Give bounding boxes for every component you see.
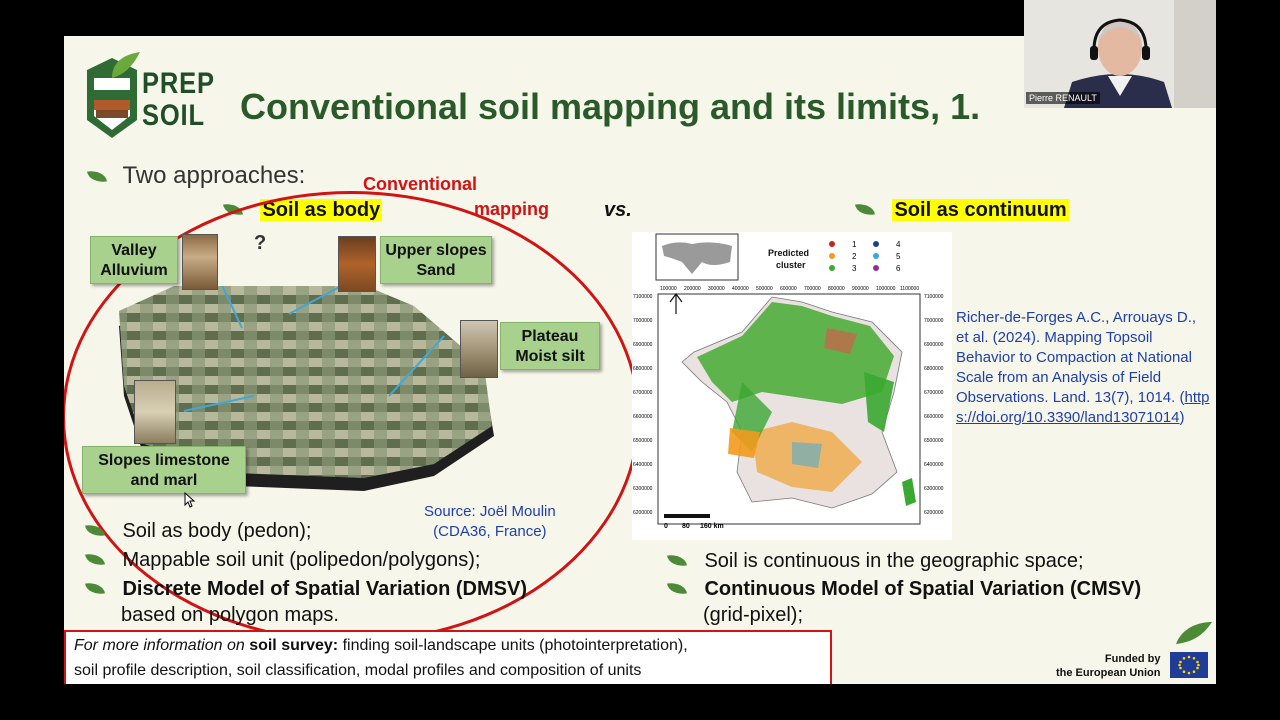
leaf-bullet-icon [855, 201, 875, 218]
logo-line-soil: SOIL [142, 99, 205, 132]
y-tick-label: 6600000 [633, 414, 653, 420]
intro-bullet: Two approaches: [87, 162, 306, 190]
y-tick-label: 7000000 [633, 318, 653, 324]
legend-label-2: 2 [852, 252, 857, 261]
x-tick-label: 600000 [780, 286, 797, 292]
x-tick-label: 700000 [804, 286, 821, 292]
y-tick-label-right: 6800000 [924, 366, 944, 372]
x-tick-label: 900000 [852, 286, 869, 292]
left-bullet-list: Soil as body (pedon); Mappable soil unit… [85, 520, 527, 627]
legend-swatch-6 [873, 265, 879, 271]
leaf-bullet-icon [85, 522, 105, 539]
y-tick-label: 6300000 [633, 486, 653, 492]
list-item: Discrete Model of Spatial Variation (DMS… [85, 578, 527, 604]
france-cluster-map: Predicted cluster 1 2 3 4 5 6 100000 200000 300… [632, 232, 952, 540]
y-tick-label-right: 6900000 [924, 342, 944, 348]
legend-title-2: cluster [776, 260, 806, 270]
x-tick-label: 1000000 [876, 286, 896, 292]
y-tick-label: 6500000 [633, 438, 653, 444]
slide-title: Conventional soil mapping and its limits… [240, 86, 981, 127]
legend-label-6: 6 [896, 264, 901, 273]
y-tick-label-right: 6200000 [924, 510, 944, 516]
scale-label: 80 [682, 523, 690, 530]
x-tick-label: 200000 [684, 286, 701, 292]
scale-label: 0 [664, 523, 668, 530]
list-item: Continuous Model of Spatial Variation (C… [667, 578, 1141, 604]
leaf-decoration-icon [1176, 622, 1212, 644]
soil-profile-photo-upper [338, 236, 376, 292]
x-tick-label: 800000 [828, 286, 845, 292]
logo-shield-icon [87, 52, 140, 138]
y-tick-label: 6400000 [633, 462, 653, 468]
y-tick-label-right: 6600000 [924, 414, 944, 420]
leaf-bullet-icon [667, 552, 687, 569]
y-tick-label-right: 6400000 [924, 462, 944, 468]
webcam-video-tile[interactable]: Pierre RENAULT [1024, 0, 1216, 108]
participant-name: Pierre RENAULT [1026, 92, 1100, 104]
soil-as-continuum-heading: Soil as continuum [892, 199, 1069, 221]
reference-citation: Richer-de-Forges A.C., Arrouays D., et a… [956, 309, 1210, 426]
y-tick-label-right: 7100000 [924, 294, 944, 300]
label-upper-slopes-sand: Upper slopes Sand [380, 236, 492, 284]
y-tick-label: 6700000 [633, 390, 653, 396]
slide: PREP SOIL Conventional soil mapping and … [64, 36, 1216, 684]
intro-text: Two approaches: [122, 162, 306, 189]
legend-label-4: 4 [896, 240, 901, 249]
y-tick-label: 6800000 [633, 366, 653, 372]
x-tick-label: 500000 [756, 286, 773, 292]
mouse-cursor-icon [184, 492, 196, 508]
y-tick-label: 7100000 [633, 294, 653, 300]
question-mark-icon: ? [254, 232, 267, 254]
list-item: Mappable soil unit (polipedon/polygons); [85, 549, 527, 578]
leaf-bullet-icon [87, 168, 107, 185]
soil-profile-photo-slopes [134, 380, 176, 444]
eu-flag-icon [1170, 652, 1208, 678]
legend-swatch-3 [829, 265, 835, 271]
scale-label: 160 km [700, 523, 724, 530]
info-line-2: soil profile description, soil classific… [74, 662, 642, 679]
source-line-1: Source: Joël Moulin [424, 503, 556, 520]
x-tick-label: 100000 [660, 286, 677, 292]
vs-label: vs. [604, 199, 632, 221]
reference-text: Richer-de-Forges A.C., Arrouays D., et a… [956, 309, 1197, 406]
legend-title-1: Predicted [768, 248, 809, 258]
list-item: Soil is continuous in the geographic spa… [667, 550, 1141, 578]
leaf-bullet-icon [85, 551, 105, 568]
right-bullet-list: Soil is continuous in the geographic spa… [667, 550, 1141, 627]
y-tick-label-right: 6500000 [924, 438, 944, 444]
label-plateau-moist-silt: Plateau Moist silt [500, 322, 600, 370]
funded-by-eu: Funded by the European Union [1056, 653, 1161, 679]
y-tick-label: 6200000 [633, 510, 653, 516]
legend-swatch-5 [873, 253, 879, 259]
y-tick-label-right: 6300000 [924, 486, 944, 492]
list-item-continuation: based on polygon maps. [121, 604, 339, 626]
logo-line-prep: PREP [142, 67, 215, 100]
y-tick-label-right: 6700000 [924, 390, 944, 396]
right-heading: Soil as continuum [855, 199, 1069, 222]
info-box: For more information on soil survey: fin… [64, 630, 832, 684]
leaf-bullet-icon [667, 580, 687, 597]
legend-swatch-2 [829, 253, 835, 259]
y-tick-label-right: 7000000 [924, 318, 944, 324]
legend-label-5: 5 [896, 252, 901, 261]
x-tick-label: 1100000 [900, 286, 919, 292]
soil-profile-photo-plateau [460, 320, 498, 378]
soil-profile-photo-valley [182, 234, 218, 290]
legend-swatch-1 [829, 241, 835, 247]
legend-swatch-4 [873, 241, 879, 247]
logo-text: PREP SOIL [142, 68, 215, 132]
label-valley-alluvium: Valley Alluvium [90, 236, 178, 284]
legend-label-3: 3 [852, 264, 857, 273]
legend-label-1: 1 [852, 240, 857, 249]
info-line-1: For more information on soil survey: fin… [74, 637, 688, 654]
x-tick-label: 300000 [708, 286, 725, 292]
y-tick-label: 6900000 [633, 342, 653, 348]
leaf-bullet-icon [85, 580, 105, 597]
label-slopes-limestone-marl: Slopes limestone and marl [82, 446, 246, 494]
list-item: Soil as body (pedon); [85, 520, 527, 549]
prep-soil-logo: PREP SOIL [82, 50, 214, 145]
x-tick-labels: 100000 200000 300000 400000 500000 600000 7000… [660, 286, 919, 292]
x-tick-label: 400000 [732, 286, 749, 292]
list-item-continuation: (grid-pixel); [703, 604, 804, 626]
